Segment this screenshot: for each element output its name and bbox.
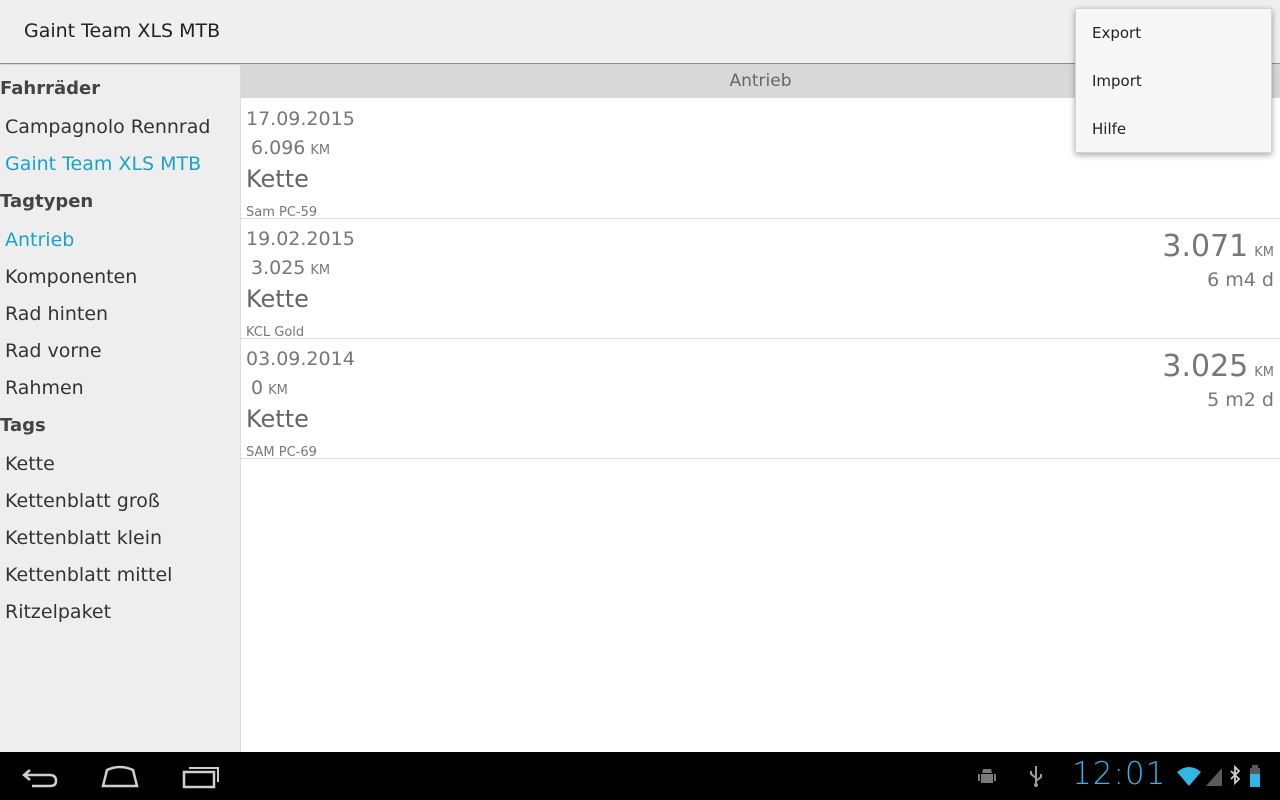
entry-date: 19.02.2015: [246, 228, 355, 250]
entry-km-unit: KM: [310, 263, 331, 278]
entry-model: KCL Gold: [246, 325, 305, 340]
entry-km: 3.025 KM: [251, 257, 330, 279]
battery-icon: [1248, 764, 1272, 788]
entry-total-unit: KM: [1254, 365, 1274, 380]
menu-item-export[interactable]: Export: [1076, 9, 1273, 57]
menu-item-import[interactable]: Import: [1076, 57, 1273, 105]
entry-total-unit: KM: [1254, 245, 1274, 260]
sidebar-item-kettenblatt-gross[interactable]: Kettenblatt groß: [5, 490, 160, 512]
sidebar-item-campagnolo-rennrad[interactable]: Campagnolo Rennrad: [5, 116, 210, 138]
sidebar-item-kettenblatt-mittel[interactable]: Kettenblatt mittel: [5, 564, 172, 586]
sidebar-header-tags: Tags: [0, 415, 46, 436]
android-debug-icon: [975, 764, 999, 788]
main-content: Antrieb 17.09.2015 6.096 KM Kette Sam PC-…: [241, 65, 1280, 752]
sidebar-item-kettenblatt-klein[interactable]: Kettenblatt klein: [5, 527, 162, 549]
sidebar-item-komponenten[interactable]: Komponenten: [5, 266, 137, 288]
sidebar-item-kette[interactable]: Kette: [5, 453, 55, 475]
list-item[interactable]: 03.09.2014 0 KM Kette SAM PC-69 3.025 KM 5…: [241, 339, 1280, 460]
sidebar-item-antrieb[interactable]: Antrieb: [5, 229, 74, 251]
sidebar-item-rad-hinten[interactable]: Rad hinten: [5, 303, 108, 325]
recent-apps-icon[interactable]: [181, 762, 221, 790]
entry-tag: Kette: [246, 405, 309, 433]
entry-km-value: 3.025: [251, 257, 306, 279]
entry-km-unit: KM: [310, 143, 331, 158]
entry-model: SAM PC-69: [246, 445, 317, 460]
signal-icon: [1204, 764, 1228, 788]
entry-date: 17.09.2015: [246, 108, 355, 130]
entry-age: 5 m2 d: [1207, 389, 1274, 411]
sidebar: Fahrräder Campagnolo Rennrad Gaint Team …: [0, 65, 241, 752]
system-bar: 12:01: [0, 752, 1280, 800]
entry-total-value: 3.025: [1162, 349, 1249, 384]
home-icon[interactable]: [100, 762, 140, 790]
entry-total-km: 3.025 KM: [1162, 349, 1274, 384]
overflow-menu: Export Import Hilfe: [1075, 8, 1272, 153]
entry-tag: Kette: [246, 165, 309, 193]
app-title: Gaint Team XLS MTB: [24, 20, 221, 42]
menu-item-hilfe[interactable]: Hilfe: [1076, 105, 1273, 153]
entry-km-unit: KM: [268, 383, 288, 398]
entry-km: 0 KM: [251, 377, 288, 399]
clock: 12:01: [1072, 756, 1167, 792]
sidebar-item-gaint-team-xls-mtb[interactable]: Gaint Team XLS MTB: [5, 153, 201, 175]
list-item[interactable]: 19.02.2015 3.025 KM Kette KCL Gold 3.071 K…: [241, 219, 1280, 340]
entry-model: Sam PC-59: [246, 205, 318, 220]
usb-icon: [1024, 764, 1048, 788]
wifi-icon: [1176, 764, 1201, 788]
entry-total-km: 3.071 KM: [1162, 229, 1274, 264]
sidebar-header-tagtypen: Tagtypen: [0, 191, 94, 212]
entry-total-value: 3.071: [1162, 229, 1249, 264]
sidebar-item-rad-vorne[interactable]: Rad vorne: [5, 340, 102, 362]
entry-km-value: 0: [251, 377, 264, 399]
entry-age: 6 m4 d: [1207, 269, 1274, 291]
sidebar-item-rahmen[interactable]: Rahmen: [5, 377, 84, 399]
back-icon[interactable]: [20, 762, 60, 790]
sidebar-header-fahrraeder: Fahrräder: [0, 78, 101, 99]
sidebar-item-ritzelpaket[interactable]: Ritzelpaket: [5, 601, 111, 623]
entry-tag: Kette: [246, 285, 309, 313]
entry-km-value: 6.096: [251, 137, 306, 159]
entry-date: 03.09.2014: [246, 348, 355, 370]
entry-km: 6.096 KM: [251, 137, 330, 159]
